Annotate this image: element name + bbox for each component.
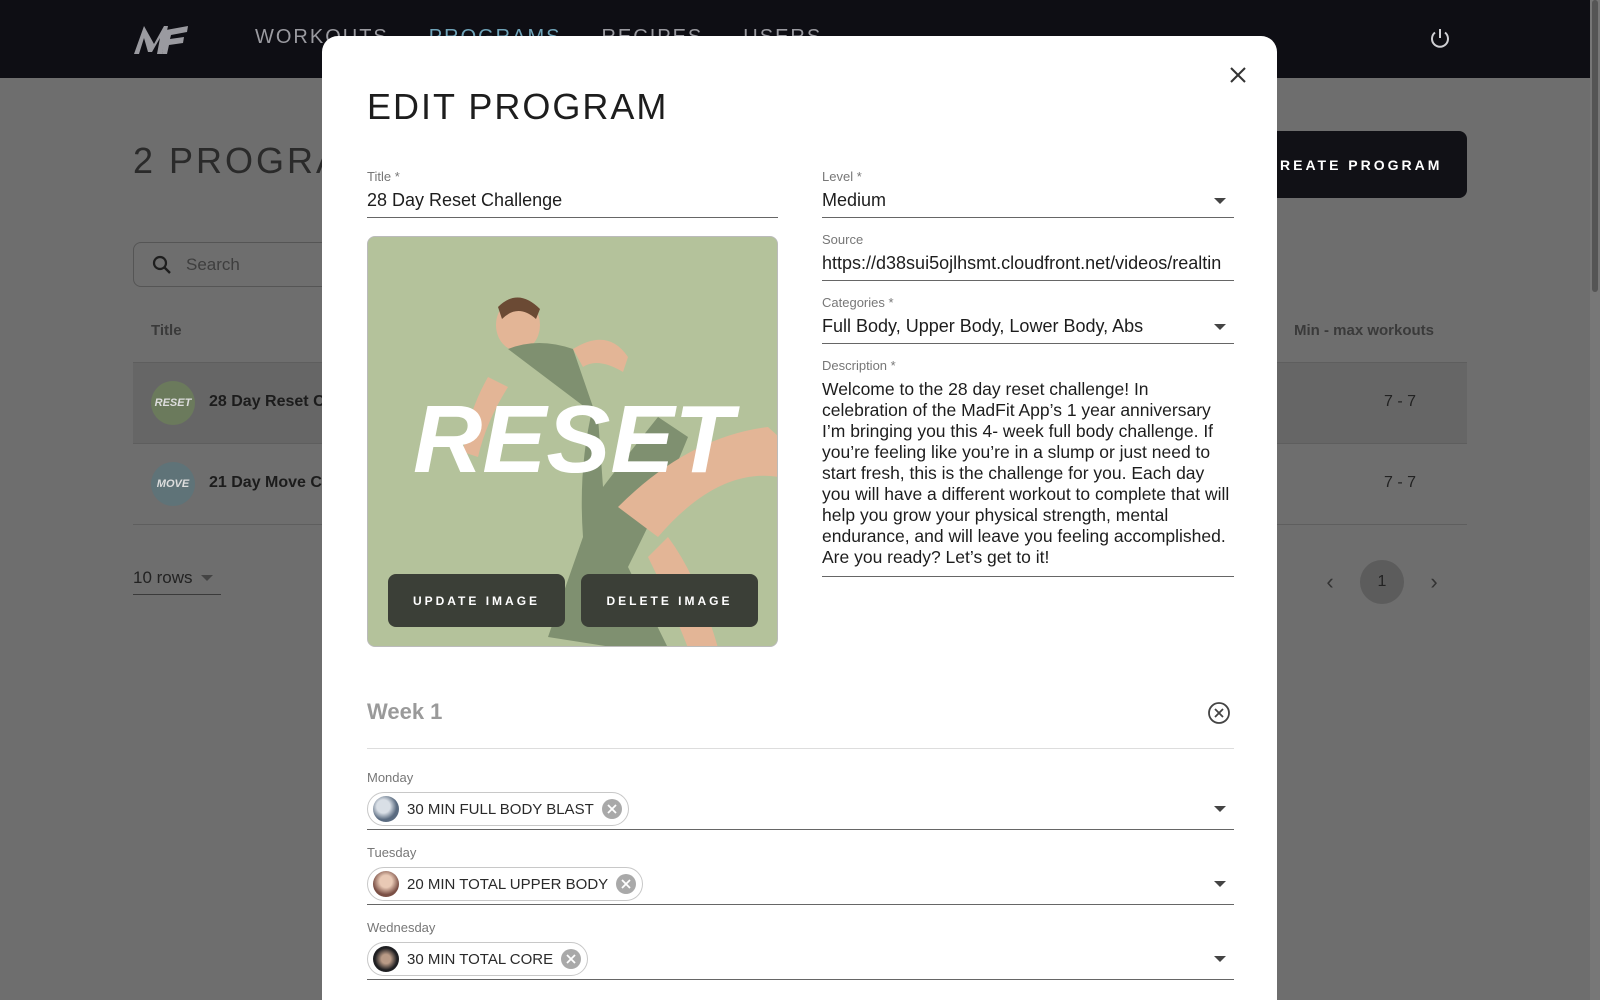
search-icon [152,255,171,274]
chevron-down-icon[interactable] [1214,323,1226,330]
workout-select[interactable]: 30 MIN TOTAL CORE [367,941,1234,977]
remove-week-icon[interactable] [1207,701,1231,725]
field-underline [367,217,778,218]
workout-chip[interactable]: 30 MIN TOTAL CORE [367,942,589,976]
program-thumbnail: MOVE [151,462,195,506]
image-overlay-text: RESET [413,386,740,493]
modal-title: EDIT PROGRAM [367,86,669,127]
scrollbar-thumb[interactable] [1592,0,1598,292]
source-field-value[interactable]: https://d38sui5ojlhsmt.cloudfront.net/vi… [822,253,1234,274]
remove-chip-icon[interactable] [561,949,582,969]
program-image: RESET UPDATE IMAGE DELETE IMAGE [367,236,778,647]
workout-chip-label: 30 MIN TOTAL CORE [407,950,554,968]
close-icon [1230,67,1246,83]
pagination: ‹ 1 › [1320,560,1444,604]
source-field-label: Source [822,232,864,247]
chevron-down-icon [200,575,213,581]
workout-avatar [373,796,399,822]
description-textarea[interactable]: Welcome to the 28 day reset challenge! I… [822,379,1234,568]
day-label: Tuesday [367,845,417,860]
chevron-left-icon[interactable]: ‹ [1320,569,1340,595]
column-header-title[interactable]: Title [151,322,182,339]
delete-image-button[interactable]: DELETE IMAGE [581,574,758,627]
day-monday: Monday 30 MIN FULL BODY BLAST [367,770,1234,830]
row-minmax: 7 - 7 [1383,393,1416,410]
workout-avatar [373,871,399,897]
remove-chip-icon[interactable] [601,799,622,819]
categories-field-label: Categories * [822,295,894,310]
level-select[interactable]: Level * Medium [822,169,1234,218]
title-field[interactable]: Title * 28 Day Reset Challenge [367,169,778,218]
rows-per-page-select[interactable]: 10 rows [133,568,221,595]
madfit-logo[interactable] [132,20,190,58]
level-field-value[interactable]: Medium [822,190,886,211]
workout-avatar [373,946,399,972]
row-minmax: 7 - 7 [1383,474,1416,491]
field-underline [822,217,1234,218]
row-title: 21 Day Move Ch [209,474,332,491]
field-underline [367,979,1234,980]
programs-count-heading: 2 PROGRA [133,140,344,181]
field-underline [822,343,1234,344]
page-number[interactable]: 1 [1360,560,1404,604]
update-image-button[interactable]: UPDATE IMAGE [388,574,565,627]
day-wednesday: Wednesday 30 MIN TOTAL CORE [367,920,1234,980]
workout-chip[interactable]: 20 MIN TOTAL UPPER BODY [367,867,644,901]
day-label: Monday [367,770,414,785]
remove-chip-icon[interactable] [616,874,637,894]
workout-select[interactable]: 20 MIN TOTAL UPPER BODY [367,866,1234,902]
column-header-minmax[interactable]: Min - max workouts [1294,322,1434,339]
workout-chip-label: 30 MIN FULL BODY BLAST [407,800,594,818]
week-title: Week 1 [367,699,443,724]
description-field-label: Description * [822,358,896,373]
chevron-down-icon[interactable] [1214,956,1226,962]
level-field-label: Level * [822,169,862,184]
source-field[interactable]: Source https://d38sui5ojlhsmt.cloudfront… [822,232,1234,281]
week-divider [367,748,1234,749]
field-underline [367,829,1234,830]
field-underline [367,904,1234,905]
rows-per-page-value: 10 rows [133,568,193,587]
field-underline [822,576,1234,577]
workout-select[interactable]: 30 MIN FULL BODY BLAST [367,791,1234,827]
categories-field-value[interactable]: Full Body, Upper Body, Lower Body, Abs [822,316,1143,337]
field-underline [822,280,1234,281]
row-title: 28 Day Reset Cl [209,393,330,410]
categories-select[interactable]: Categories * Full Body, Upper Body, Lowe… [822,295,1234,344]
chevron-down-icon[interactable] [1214,197,1226,204]
edit-program-modal: EDIT PROGRAM Title * 28 Day Reset Challe… [322,36,1277,1000]
day-tuesday: Tuesday 20 MIN TOTAL UPPER BODY [367,845,1234,905]
power-icon[interactable] [1428,27,1452,51]
program-thumbnail: RESET [151,381,195,425]
title-field-label: Title * [367,169,400,184]
day-label: Wednesday [367,920,436,935]
workout-chip-label: 20 MIN TOTAL UPPER BODY [407,875,609,893]
search-placeholder: Search [186,254,240,274]
chevron-down-icon[interactable] [1214,806,1226,812]
description-field[interactable]: Description * Welcome to the 28 day rese… [822,358,1234,577]
chevron-down-icon[interactable] [1214,881,1226,887]
workout-chip[interactable]: 30 MIN FULL BODY BLAST [367,792,629,826]
close-button[interactable] [1225,62,1251,88]
chevron-right-icon[interactable]: › [1424,569,1444,595]
title-field-value[interactable]: 28 Day Reset Challenge [367,190,778,211]
